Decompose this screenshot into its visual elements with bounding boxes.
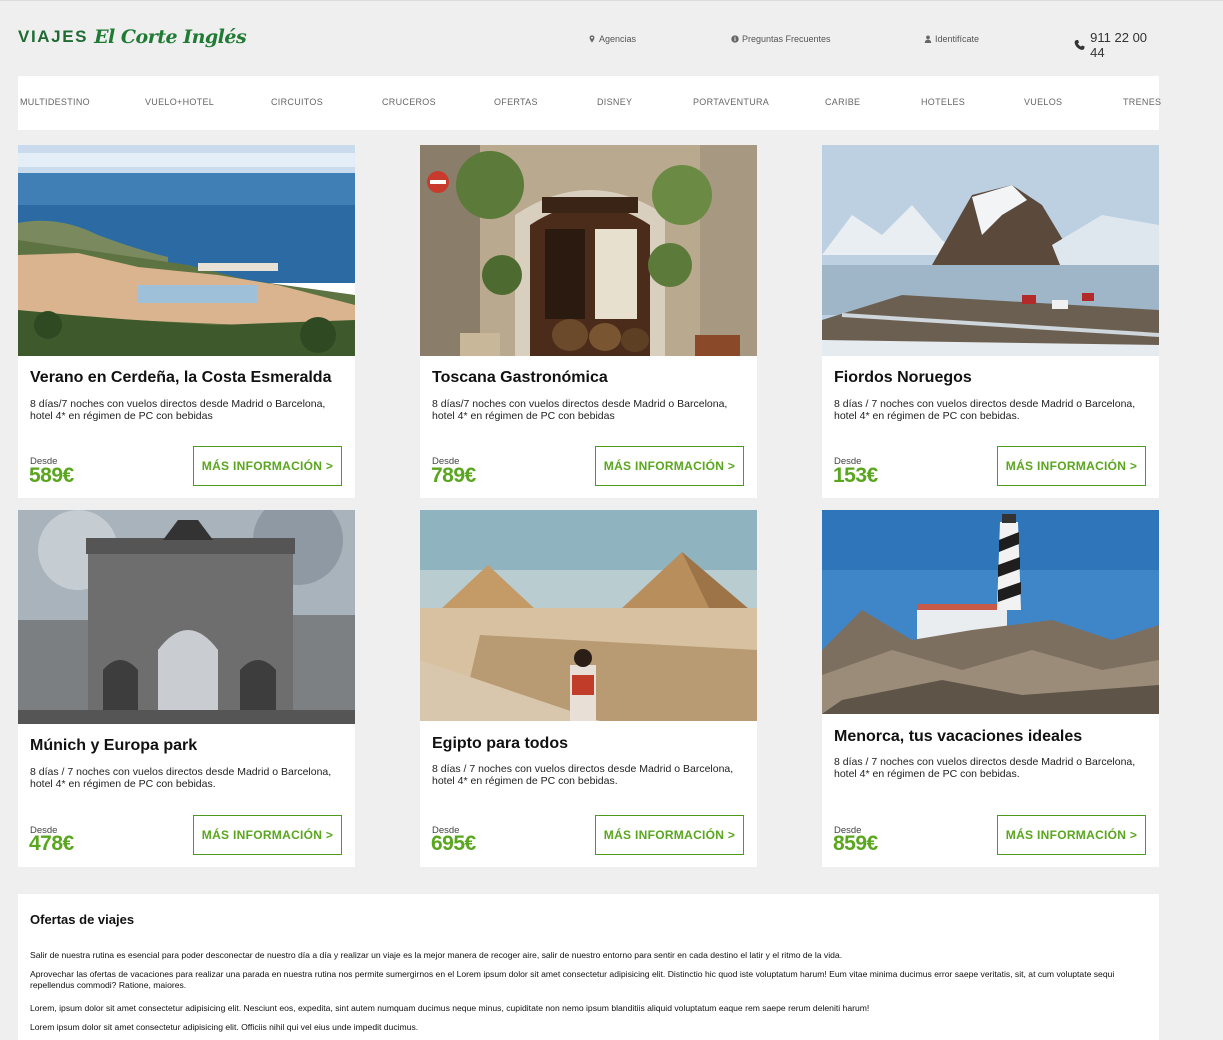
logo-brand-text: El Corte Inglés — [94, 26, 247, 48]
faq-label: Preguntas Frecuentes — [742, 34, 831, 44]
more-info-button[interactable]: MÁS INFORMACIÓN > — [595, 446, 744, 486]
card-title: Fiordos Noruegos — [834, 369, 972, 386]
top-divider — [0, 0, 1223, 1]
agencias-link[interactable]: Agencias — [588, 34, 636, 44]
agencias-label: Agencias — [599, 34, 637, 44]
nav-item-hoteles[interactable]: HOTELES — [921, 97, 965, 107]
main-nav: MULTIDESTINO VUELO+HOTEL CIRCUITOS CRUCE… — [18, 76, 1161, 130]
nav-item-trenes[interactable]: TRENES — [1123, 97, 1161, 107]
more-info-button[interactable]: MÁS INFORMACIÓN > — [193, 815, 342, 855]
travel-offers-info: Ofertas de viajes Salir de nuestra rutin… — [18, 894, 1159, 1040]
card-description: 8 días / 7 noches con vuelos directos de… — [432, 763, 734, 787]
info-paragraph: Salir de nuestra rutina es esencial para… — [30, 950, 843, 960]
nav-item-ofertas[interactable]: OFERTAS — [494, 97, 538, 107]
card-description: 8 días/7 noches con vuelos directos desd… — [432, 398, 728, 422]
card-price: 153€ — [833, 464, 878, 487]
more-info-button[interactable]: MÁS INFORMACIÓN > — [997, 815, 1146, 855]
nav-item-disney[interactable]: DISNEY — [597, 97, 632, 107]
card-title: Toscana Gastronómica — [432, 369, 608, 386]
munich-arch-photo[interactable] — [18, 510, 355, 724]
offer-card-toscana: Toscana Gastronómica 8 días/7 noches con… — [420, 145, 757, 498]
card-description: 8 días/7 noches con vuelos directos desd… — [30, 398, 326, 422]
card-price: 478€ — [29, 832, 74, 855]
site-header: VIAJES El Corte Inglés Agencias Pregunta… — [18, 22, 1160, 60]
faq-link[interactable]: Preguntas Frecuentes — [731, 34, 831, 44]
phone-number: 911 22 00 44 — [1090, 30, 1148, 60]
offer-card-noruega: Fiordos Noruegos 8 días / 7 noches con v… — [822, 145, 1159, 498]
sardinia-coast-photo[interactable] — [18, 145, 355, 356]
nav-item-caribe[interactable]: CARIBE — [825, 97, 860, 107]
logo-viajes-text: VIAJES — [18, 27, 89, 46]
card-price: 859€ — [833, 832, 878, 855]
more-info-button[interactable]: MÁS INFORMACIÓN > — [997, 446, 1146, 486]
menorca-lighthouse-photo[interactable] — [822, 510, 1159, 714]
info-paragraph: Aprovechar las ofertas de vacaciones par… — [30, 969, 1115, 990]
offer-card-munich: Múnich y Europa park 8 días / 7 noches c… — [18, 510, 355, 867]
login-label: Identifícate — [935, 34, 980, 44]
card-price: 789€ — [431, 464, 476, 487]
card-price: 695€ — [431, 832, 476, 855]
egypt-pyramids-photo[interactable] — [420, 510, 757, 721]
card-price: 589€ — [29, 464, 74, 487]
brand-logo[interactable]: VIAJES El Corte Inglés — [18, 26, 247, 48]
location-pin-icon — [589, 35, 595, 43]
login-link[interactable]: Identifícate — [924, 34, 979, 44]
trattoria-photo[interactable] — [420, 145, 757, 356]
more-info-button[interactable]: MÁS INFORMACIÓN > — [595, 815, 744, 855]
phone-icon — [1074, 39, 1085, 50]
more-info-button[interactable]: MÁS INFORMACIÓN > — [193, 446, 342, 486]
nav-item-portaventura[interactable]: PORTAVENTURA — [693, 97, 769, 107]
user-icon — [924, 35, 932, 43]
nav-item-vuelo-hotel[interactable]: VUELO+HOTEL — [145, 97, 214, 107]
card-title: Menorca, tus vacaciones ideales — [834, 728, 1083, 745]
card-description: 8 días / 7 noches con vuelos directos de… — [834, 398, 1136, 422]
card-title: Verano en Cerdeña, la Costa Esmeralda — [30, 369, 332, 386]
card-description: 8 días / 7 noches con vuelos directos de… — [834, 756, 1136, 780]
norway-fjord-photo[interactable] — [822, 145, 1159, 356]
phone-contact[interactable]: 911 22 00 44 — [1074, 30, 1160, 60]
nav-item-vuelos[interactable]: VUELOS — [1024, 97, 1062, 107]
info-paragraph: Lorem, ipsum dolor sit amet consectetur … — [30, 1003, 870, 1013]
offer-card-cerdena: Verano en Cerdeña, la Costa Esmeralda 8 … — [18, 145, 355, 498]
nav-item-multidestino[interactable]: MULTIDESTINO — [20, 97, 90, 107]
card-title: Egipto para todos — [432, 735, 568, 752]
info-paragraph: Lorem ipsum dolor sit amet consectetur a… — [30, 1022, 419, 1032]
offer-card-egipto: Egipto para todos 8 días / 7 noches con … — [420, 510, 757, 867]
info-title: Ofertas de viajes — [30, 912, 135, 927]
card-description: 8 días / 7 noches con vuelos directos de… — [30, 766, 332, 790]
offer-card-menorca: Menorca, tus vacaciones ideales 8 días /… — [822, 510, 1159, 867]
info-icon — [731, 35, 739, 43]
card-title: Múnich y Europa park — [30, 737, 198, 754]
nav-item-circuitos[interactable]: CIRCUITOS — [271, 97, 323, 107]
nav-item-cruceros[interactable]: CRUCEROS — [382, 97, 436, 107]
